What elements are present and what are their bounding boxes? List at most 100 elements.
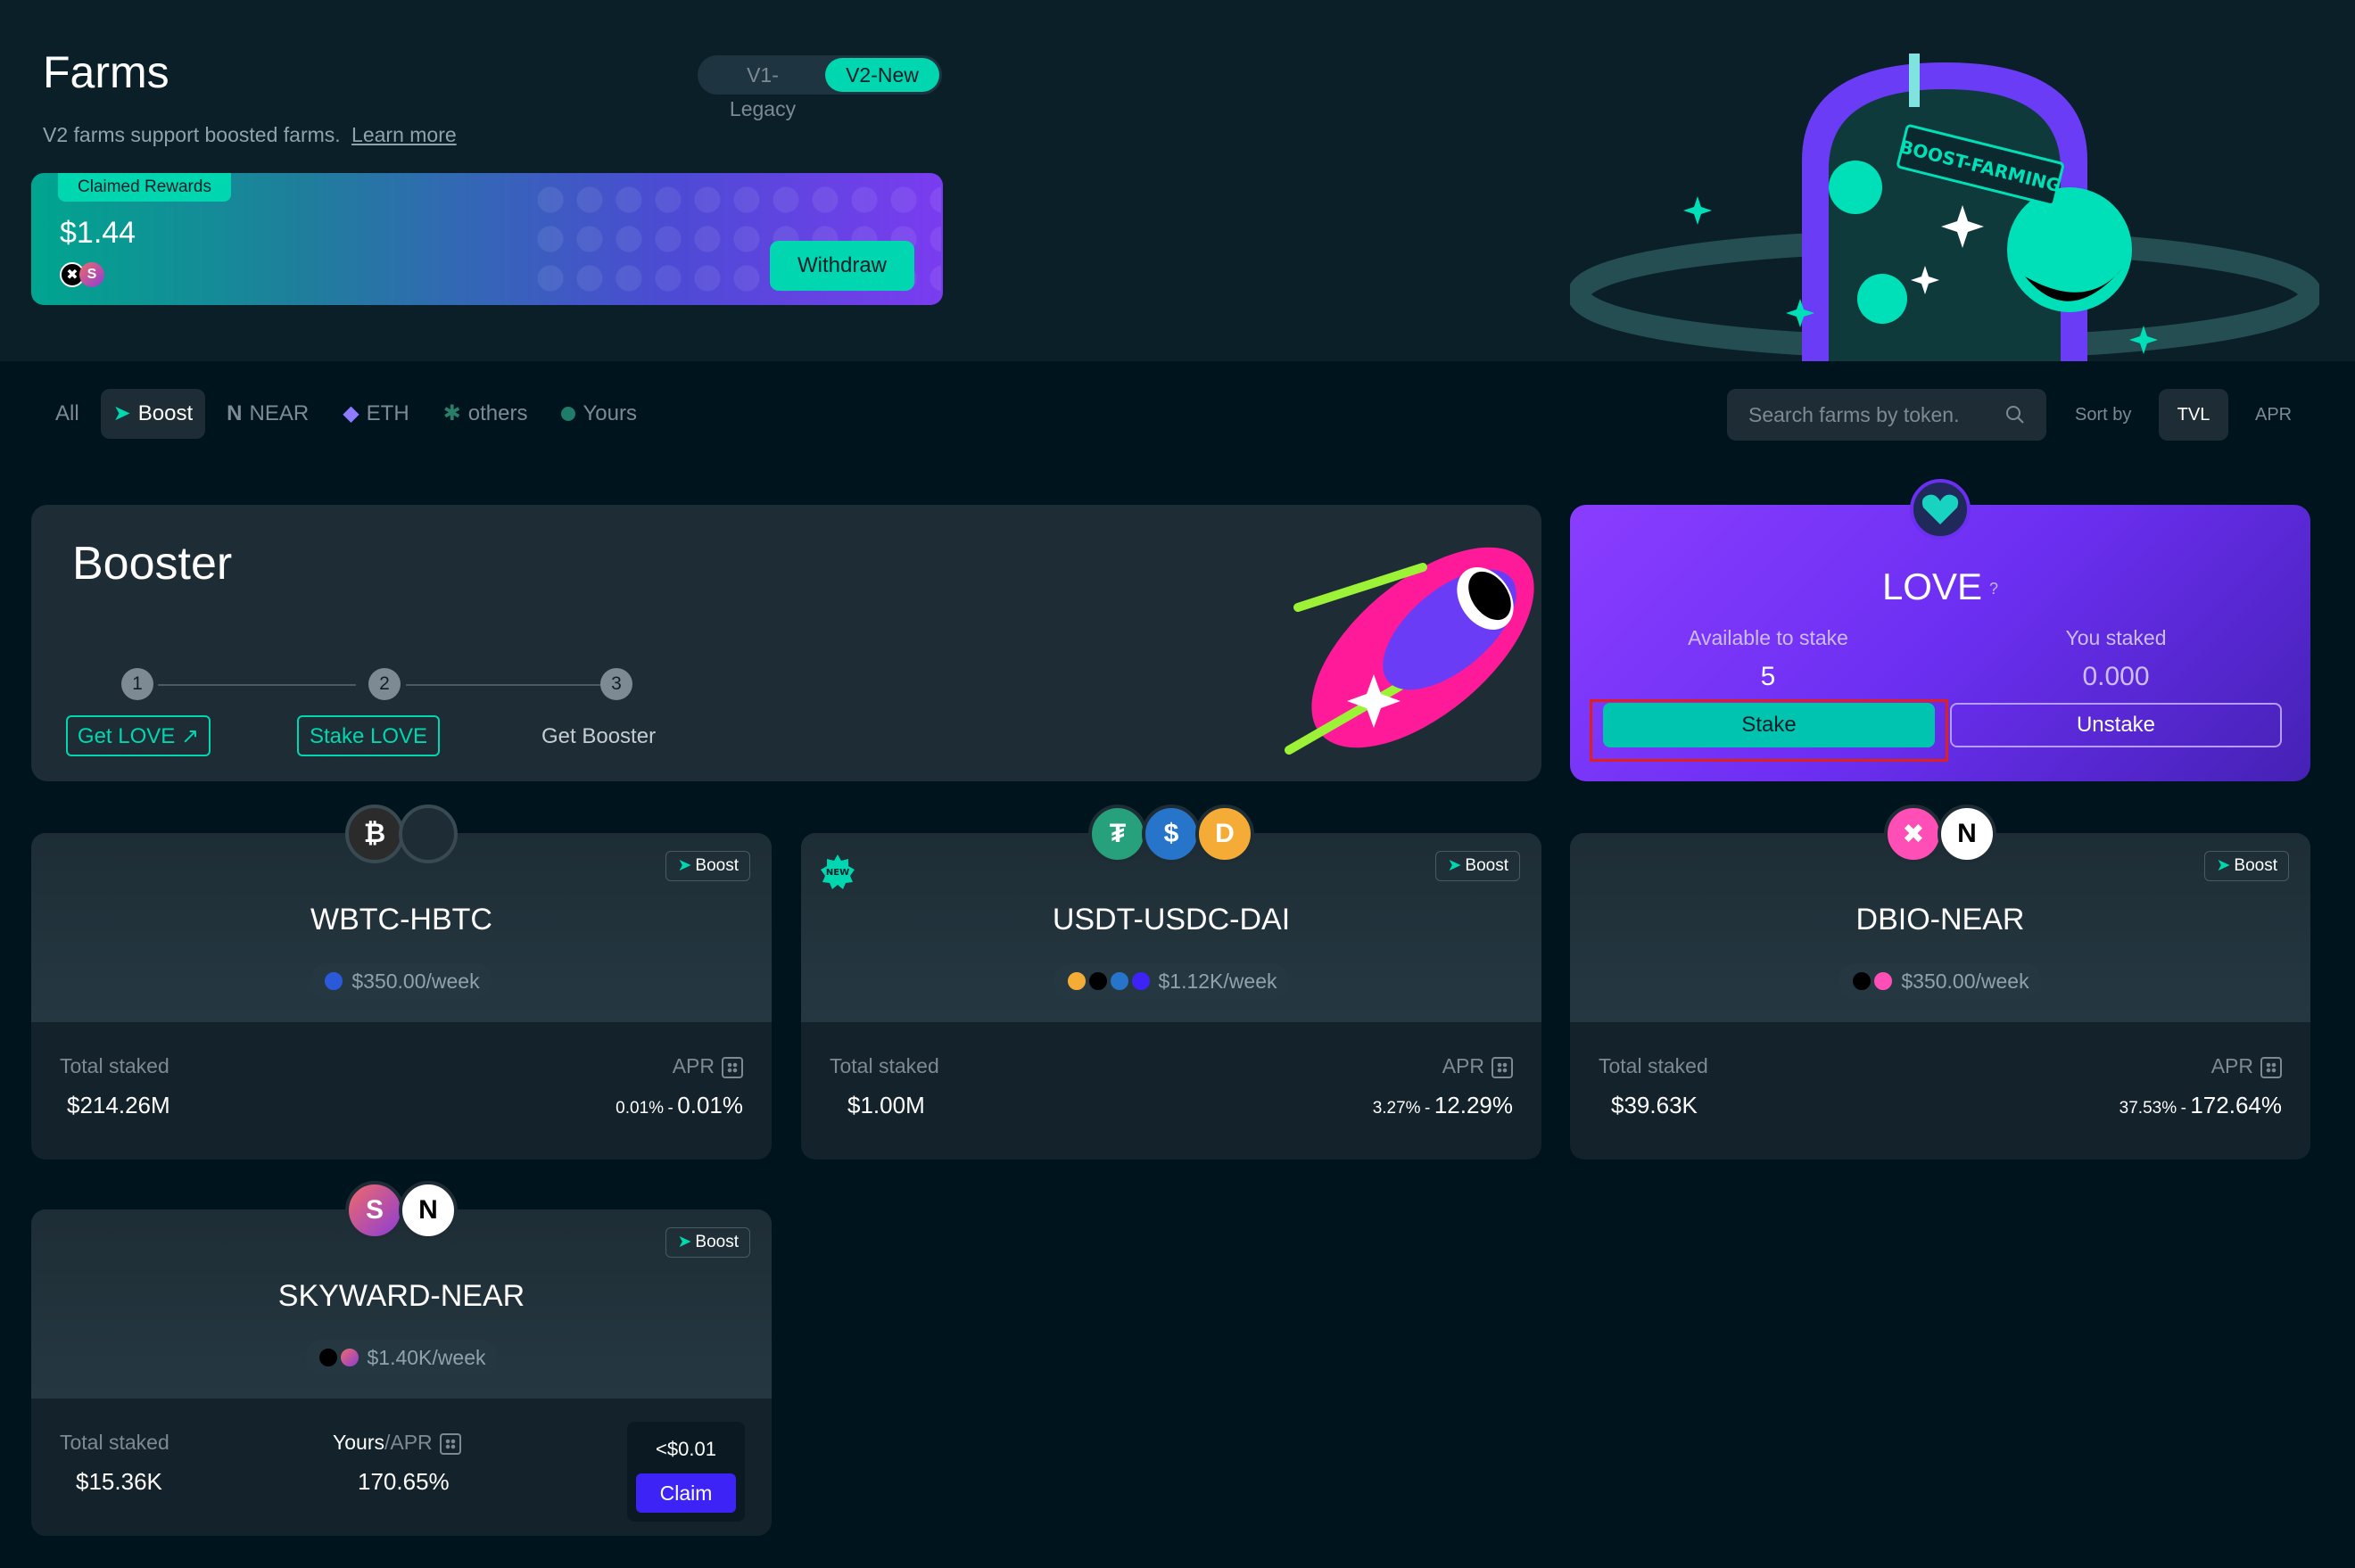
- farm-token-icons: ✖ N: [1570, 805, 2310, 863]
- filter-others-label: others: [467, 401, 528, 425]
- reward-token-icon: [1129, 970, 1152, 992]
- total-staked-value: $39.63K: [1611, 1092, 1698, 1118]
- step-connector: [158, 684, 356, 686]
- sort-tvl-button[interactable]: TVL: [2159, 389, 2228, 441]
- eth-icon: ◆: [343, 401, 359, 425]
- usdc-icon: $: [1142, 805, 1201, 863]
- total-staked-value: $214.26M: [67, 1092, 170, 1118]
- filter-yours-label: Yours: [583, 401, 637, 425]
- v2-new-tab[interactable]: V2-New: [825, 58, 939, 92]
- weekly-reward: $1.12K/week: [801, 963, 1541, 999]
- apr-range: 3.27% - 12.29%: [1373, 1092, 1513, 1119]
- filter-others[interactable]: ✱ others: [431, 389, 541, 439]
- boost-farming-illustration: BOOST-FARMING: [1570, 54, 2319, 361]
- boost-tag-label: Boost: [695, 856, 739, 875]
- stake-love-button[interactable]: Stake LOVE: [297, 715, 440, 756]
- calculator-icon[interactable]: [2260, 1056, 2282, 1078]
- farm-name: SKYWARD-NEAR: [277, 1279, 525, 1313]
- version-toggle[interactable]: V1-Legacy V2-New: [698, 55, 942, 120]
- skyward-icon: S: [345, 1181, 404, 1240]
- reward-token-icon: [1087, 970, 1109, 992]
- claim-box: <$0.01 Claim: [627, 1422, 745, 1522]
- sort-apr-button[interactable]: APR: [2255, 405, 2292, 425]
- calculator-icon[interactable]: [722, 1056, 743, 1078]
- yours-apr-label: Yours/APR: [333, 1431, 461, 1455]
- available-to-stake-value: 5: [1760, 662, 1776, 691]
- step-2-number: 2: [368, 668, 401, 700]
- love-title: LOVE?: [1570, 565, 2310, 608]
- get-love-button[interactable]: Get LOVE ↗: [66, 715, 211, 756]
- rocket-icon: ➤: [2216, 856, 2231, 875]
- love-title-text: LOVE: [1881, 565, 1983, 607]
- apr-separator: -: [667, 1099, 673, 1118]
- apr-min: 37.53%: [2119, 1099, 2177, 1118]
- you-staked-value: 0.000: [2082, 662, 2150, 691]
- v1-legacy-tab[interactable]: V1-Legacy: [700, 58, 825, 120]
- reward-token-icon: [1065, 970, 1087, 992]
- reward-token-icon: [1872, 970, 1895, 992]
- farm-card-dbio-near[interactable]: ✖ N ➤ Boost DBIO-NEAR $350.00/week Total …: [1570, 805, 2310, 1159]
- total-staked-label: Total staked: [830, 1054, 939, 1077]
- apr-label-text: /APR: [384, 1431, 433, 1454]
- claim-button[interactable]: Claim: [636, 1473, 736, 1513]
- step-connector: [406, 684, 606, 686]
- withdraw-button[interactable]: Withdraw: [770, 241, 914, 291]
- booster-title: Booster: [72, 538, 233, 590]
- yours-icon: [561, 407, 576, 421]
- farm-card-skyward-near[interactable]: S N ➤ Boost SKYWARD-NEAR $1.40K/week Tota…: [31, 1181, 772, 1536]
- weekly-reward: $350.00/week: [31, 963, 772, 999]
- boost-tag: ➤ Boost: [1435, 851, 1520, 881]
- stake-button[interactable]: Stake: [1603, 703, 1935, 747]
- rocket-icon: ➤: [1447, 856, 1462, 875]
- learn-more-link[interactable]: Learn more: [351, 123, 457, 146]
- filter-yours[interactable]: Yours: [549, 389, 649, 439]
- booster-card: Booster 1 2 3 Get LOVE ↗ Stake LOVE Get …: [31, 505, 1541, 781]
- weekly-reward-pill: $1.12K/week: [1053, 963, 1290, 999]
- calculator-icon[interactable]: [439, 1432, 461, 1455]
- sparkle-icon: [1683, 196, 1712, 225]
- filter-eth[interactable]: ◆ ETH: [330, 389, 421, 439]
- others-icon: ✱: [442, 401, 461, 425]
- hbtc-icon: [399, 805, 458, 863]
- claimed-rewards-value: $1.44: [60, 216, 136, 250]
- reward-token-icon: [317, 1347, 339, 1368]
- boost-tag: ➤ Boost: [665, 1227, 750, 1258]
- available-to-stake-label: Available to stake: [1688, 626, 1848, 649]
- claimed-rewards-card: Claimed Rewards $1.44 ✖ S Withdraw: [31, 173, 943, 305]
- near-icon: N: [399, 1181, 458, 1240]
- boost-tag-label: Boost: [1465, 856, 1508, 875]
- filter-boost[interactable]: ➤ Boost: [100, 389, 206, 439]
- help-icon[interactable]: ?: [1989, 580, 1998, 598]
- rocket-illustration: [1285, 547, 1534, 755]
- calculator-icon[interactable]: [1492, 1056, 1513, 1078]
- farm-name: WBTC-HBTC: [310, 903, 492, 937]
- farm-name: DBIO-NEAR: [1855, 903, 2025, 937]
- search-input[interactable]: Search farms by token.: [1727, 389, 2046, 441]
- moon-planet-icon: [1857, 274, 1907, 324]
- apr-max: 0.01%: [677, 1092, 743, 1118]
- filter-near[interactable]: N NEAR: [214, 389, 321, 439]
- farm-card-usdt-usdc-dai[interactable]: ₮ $ D NEW ➤ Boost USDT-USDC-DAI $1.12K/we…: [801, 805, 1541, 1159]
- usdt-icon: ₮: [1088, 805, 1147, 863]
- new-badge-icon: NEW: [821, 854, 855, 889]
- get-booster-label: Get Booster: [541, 724, 657, 748]
- step-1-number: 1: [121, 668, 153, 700]
- apr-min: 3.27%: [1372, 1099, 1421, 1118]
- weekly-reward-pill: $1.40K/week: [304, 1340, 499, 1375]
- small-planet-icon: [1829, 161, 1882, 214]
- apr-label-text: APR: [672, 1054, 715, 1077]
- filter-all[interactable]: All: [43, 389, 92, 439]
- boost-tag: ➤ Boost: [665, 851, 750, 881]
- yours-apr-value: 170.65%: [358, 1468, 450, 1495]
- you-staked-label: You staked: [2065, 626, 2167, 649]
- filter-boost-label: Boost: [137, 401, 194, 425]
- weekly-reward-value: $1.40K/week: [367, 1345, 486, 1369]
- love-stake-card: LOVE? Available to stake 5 You staked 0.…: [1570, 505, 2310, 781]
- filter-eth-label: ETH: [366, 401, 409, 425]
- unstake-button[interactable]: Unstake: [1950, 703, 2282, 747]
- total-staked-label: Total staked: [60, 1054, 169, 1077]
- filter-bar: All ➤ Boost N NEAR ◆ ETH ✱ others Yours: [43, 389, 649, 439]
- farm-card-wbtc-hbtc[interactable]: ₿ ➤ Boost WBTC-HBTC $350.00/week Total st…: [31, 805, 772, 1159]
- subtitle-text: V2 farms support boosted farms.: [43, 123, 341, 146]
- near-icon: N: [227, 401, 243, 425]
